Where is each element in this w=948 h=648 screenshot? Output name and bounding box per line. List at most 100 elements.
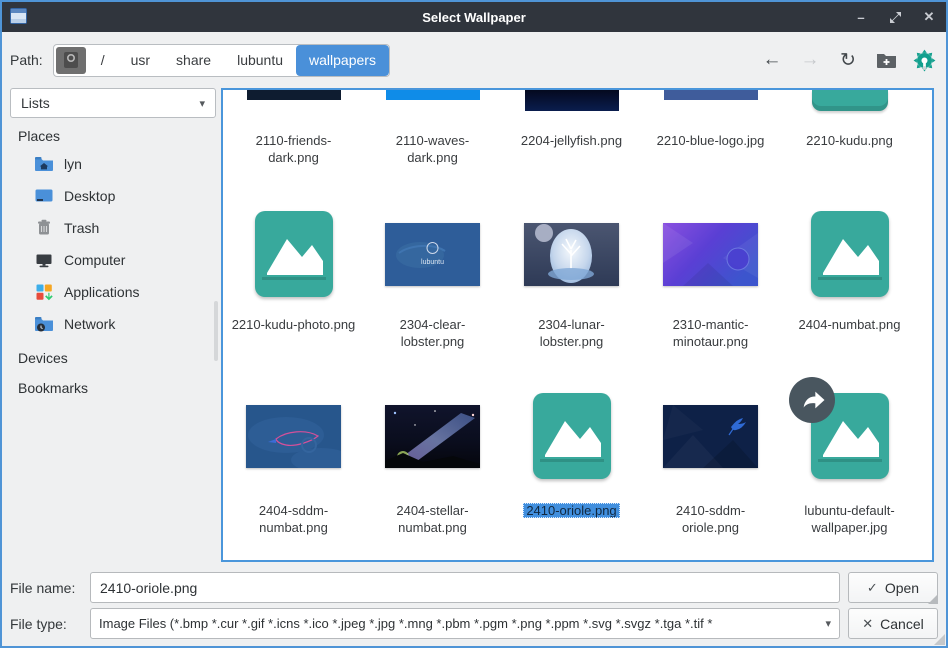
- svg-text:lubuntu: lubuntu: [421, 259, 444, 266]
- file-item[interactable]: lubuntu-default-wallpaper.jpg: [780, 388, 919, 536]
- cancel-button[interactable]: ✕ Cancel: [848, 608, 938, 639]
- open-button-label: Open: [885, 580, 919, 596]
- generic-image-icon: [255, 211, 333, 297]
- root-drive-button[interactable]: [56, 47, 86, 74]
- file-grid-view[interactable]: 2110-friends-dark.png 2110-waves-dark.pn…: [221, 88, 934, 562]
- path-toolbar: Path: / usr share lubuntu wallpapers ← →…: [10, 42, 938, 78]
- sidebar-item-network[interactable]: Network: [8, 308, 218, 340]
- file-item[interactable]: 2204-jellyfish.png: [502, 90, 641, 166]
- file-item[interactable]: 2404-numbat.png: [780, 206, 919, 350]
- new-folder-button[interactable]: [872, 46, 900, 74]
- new-folder-icon: [876, 51, 897, 69]
- breadcrumb-wallpapers[interactable]: wallpapers: [296, 45, 389, 76]
- lists-combo[interactable]: Lists ▾: [10, 88, 216, 118]
- thumbnail-mantic-minotaur: [663, 223, 758, 286]
- thumbnail-kudu: [812, 90, 888, 111]
- section-bookmarks[interactable]: Bookmarks: [8, 370, 218, 400]
- breadcrumb-root[interactable]: /: [88, 45, 118, 76]
- sidebar-item-label: lyn: [64, 156, 82, 172]
- file-item[interactable]: 2404-stellar-numbat.png: [363, 388, 502, 536]
- file-item[interactable]: 2110-friends-dark.png: [224, 90, 363, 166]
- sidebar-item-trash[interactable]: Trash: [8, 212, 218, 244]
- file-label: 2204-jellyfish.png: [521, 132, 622, 149]
- window-resize-grip[interactable]: [934, 634, 945, 645]
- sidebar-item-desktop[interactable]: Desktop: [8, 180, 218, 212]
- thumbnail-stellar-numbat: [385, 405, 480, 468]
- maximize-icon: [889, 11, 902, 24]
- file-item[interactable]: 2410-sddm-oriole.png: [641, 388, 780, 536]
- cancel-button-label: Cancel: [880, 616, 924, 632]
- breadcrumb-usr[interactable]: usr: [118, 45, 163, 76]
- section-devices[interactable]: Devices: [8, 340, 218, 370]
- network-folder-icon: [34, 314, 54, 334]
- file-label: 2210-kudu-photo.png: [232, 316, 356, 333]
- trash-icon: [34, 218, 54, 238]
- resize-grip[interactable]: [928, 594, 938, 604]
- file-label: 2410-sddm-oriole.png: [649, 502, 773, 536]
- thumbnail-lunar-lobster: [524, 223, 619, 286]
- file-label: 2304-clear-lobster.png: [371, 316, 495, 350]
- sidebar-item-label: Computer: [64, 252, 125, 268]
- file-type-combo[interactable]: Image Files (*.bmp *.cur *.gif *.icns *.…: [90, 608, 840, 639]
- file-label: 2304-lunar-lobster.png: [510, 316, 634, 350]
- maximize-button[interactable]: [888, 10, 902, 24]
- thumbnail-clear-lobster: lubuntu: [385, 223, 480, 286]
- breadcrumb: / usr share lubuntu wallpapers: [53, 44, 390, 77]
- sidebar-item-label: Applications: [64, 284, 140, 300]
- thumbnail-sddm-numbat: [246, 405, 341, 468]
- open-button[interactable]: ✓ Open: [848, 572, 938, 603]
- section-places[interactable]: Places: [8, 118, 218, 148]
- chevron-down-icon: ▾: [825, 617, 831, 630]
- chevron-down-icon: ▾: [199, 97, 205, 110]
- generic-image-icon: [811, 211, 889, 297]
- thumbnail-waves-dark: [386, 90, 480, 100]
- file-label: 2310-mantic-minotaur.png: [649, 316, 773, 350]
- close-button[interactable]: ✕: [922, 10, 936, 24]
- file-label: 2110-friends-dark.png: [232, 132, 356, 166]
- file-item[interactable]: 2210-blue-logo.jpg: [641, 90, 780, 166]
- computer-icon: [34, 250, 54, 270]
- file-item[interactable]: 2304-lunar-lobster.png: [502, 206, 641, 350]
- file-label: 2110-waves-dark.png: [371, 132, 495, 166]
- file-label: lubuntu-default-wallpaper.jpg: [788, 502, 912, 536]
- file-item[interactable]: 2404-sddm-numbat.png: [224, 388, 363, 536]
- reload-button[interactable]: ↻: [834, 46, 862, 74]
- back-button[interactable]: ←: [758, 46, 786, 74]
- desktop-icon: [34, 186, 54, 206]
- file-item[interactable]: 2110-waves-dark.png: [363, 90, 502, 166]
- sidebar-item-computer[interactable]: Computer: [8, 244, 218, 276]
- sidebar-item-applications[interactable]: Applications: [8, 276, 218, 308]
- breadcrumb-share[interactable]: share: [163, 45, 224, 76]
- drive-icon: [62, 51, 80, 69]
- forward-button[interactable]: →: [796, 46, 824, 74]
- file-name-input[interactable]: [90, 572, 840, 603]
- sidebar-item-label: Desktop: [64, 188, 115, 204]
- breadcrumb-lubuntu[interactable]: lubuntu: [224, 45, 296, 76]
- gear-wrench-icon: [912, 48, 937, 73]
- file-item[interactable]: lubuntu 2304-clear-lobster.png: [363, 206, 502, 350]
- minimize-button[interactable]: –: [854, 10, 868, 24]
- sidebar-item-label: Network: [64, 316, 115, 332]
- symlink-emblem-icon: [789, 377, 835, 423]
- file-label: 2210-kudu.png: [806, 132, 893, 149]
- file-label: 2410-oriole.png: [523, 502, 619, 519]
- selected-file-label: 2410-oriole.png: [523, 503, 619, 518]
- thumbnail-sddm-oriole: [663, 405, 758, 468]
- thumbnail-blue-logo: [664, 90, 758, 100]
- tools-button[interactable]: [910, 46, 938, 74]
- sidebar-scrollbar[interactable]: [214, 301, 218, 361]
- thumbnail-friends-dark: [247, 90, 341, 100]
- window-title: Select Wallpaper: [2, 10, 946, 25]
- file-item[interactable]: 2310-mantic-minotaur.png: [641, 206, 780, 350]
- sidebar-item-lyn[interactable]: lyn: [8, 148, 218, 180]
- checkmark-icon: ✓: [867, 580, 878, 596]
- lists-combo-value: Lists: [21, 95, 50, 111]
- file-item[interactable]: 2210-kudu.png: [780, 90, 919, 166]
- sidebar-item-label: Trash: [64, 220, 99, 236]
- file-item selected[interactable]: 2410-oriole.png: [502, 388, 641, 536]
- applications-icon: [34, 282, 54, 302]
- file-label: 2404-sddm-numbat.png: [232, 502, 356, 536]
- path-label: Path:: [10, 52, 43, 68]
- file-item[interactable]: 2210-kudu-photo.png: [224, 206, 363, 350]
- titlebar[interactable]: Select Wallpaper – ✕: [2, 2, 946, 32]
